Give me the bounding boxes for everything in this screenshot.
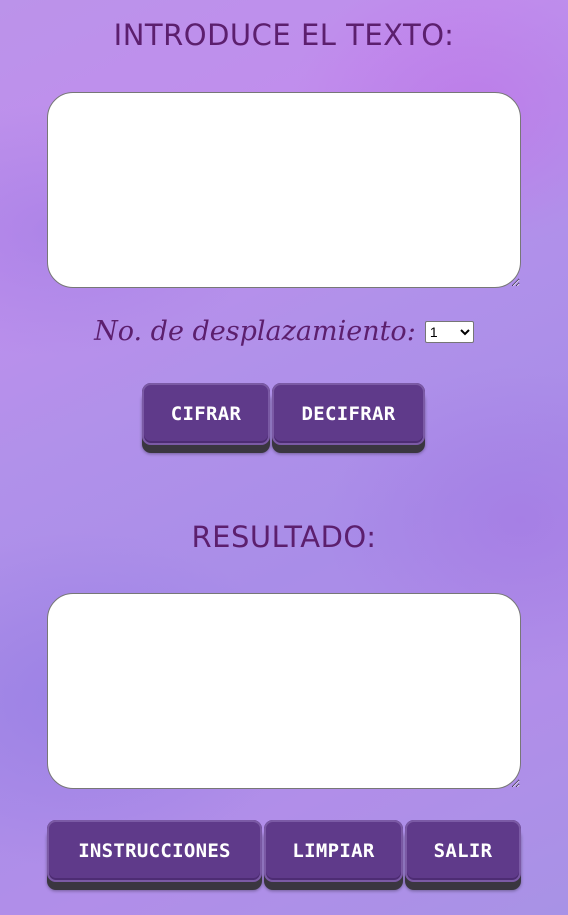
result-textarea[interactable]: [47, 593, 521, 789]
result-title: RESULTADO:: [191, 520, 377, 554]
salir-button[interactable]: SALIR: [405, 820, 521, 882]
cifrar-button[interactable]: CIFRAR: [142, 383, 270, 445]
limpiar-button[interactable]: LIMPIAR: [264, 820, 403, 882]
input-title: INTRODUCE EL TEXTO:: [113, 18, 455, 52]
shift-select[interactable]: 1: [424, 320, 474, 343]
instrucciones-button[interactable]: INSTRUCCIONES: [47, 820, 262, 882]
shift-row: No. de desplazamiento: 1: [0, 316, 568, 347]
input-textarea[interactable]: [47, 92, 521, 288]
shift-label: No. de desplazamiento:: [94, 316, 416, 347]
decifrar-button[interactable]: DECIFRAR: [272, 383, 425, 445]
